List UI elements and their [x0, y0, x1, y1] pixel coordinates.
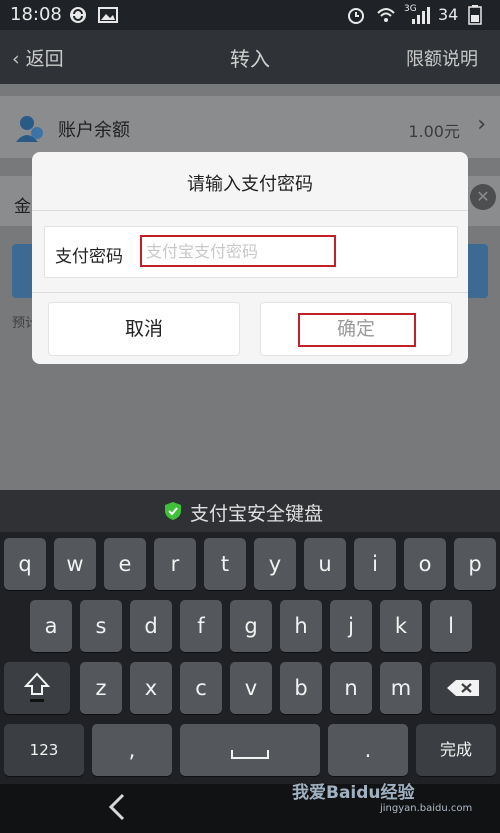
confirm-highlight [298, 313, 416, 347]
key-w[interactable]: w [54, 538, 96, 590]
alarm-icon [348, 8, 364, 24]
watermark-url: jingyan.baidu.com [380, 803, 473, 814]
clear-icon: ✕ [470, 184, 496, 210]
shield-check-icon [165, 502, 181, 520]
key-y[interactable]: y [254, 538, 296, 590]
watermark-text: 我爱Baidu经验 [292, 783, 415, 803]
status-bar: 18:08 3G 34 [0, 0, 500, 30]
image-icon [98, 7, 118, 23]
key-k[interactable]: k [380, 600, 422, 652]
space-key[interactable] [180, 724, 320, 776]
key-c[interactable]: c [180, 662, 222, 714]
shift-key[interactable] [4, 662, 70, 714]
password-input[interactable] [140, 235, 336, 267]
account-avatar-icon [16, 116, 43, 142]
key-j[interactable]: j [330, 600, 372, 652]
done-key[interactable]: 完成 [416, 724, 496, 776]
password-field: 支付密码 [44, 226, 458, 278]
balance-label: 账户余额 [58, 120, 130, 141]
status-time: 18:08 [10, 4, 62, 25]
key-g[interactable]: g [230, 600, 272, 652]
key-x[interactable]: x [130, 662, 172, 714]
limit-info-link[interactable]: 限额说明 [406, 45, 478, 71]
shift-icon [24, 672, 50, 702]
key-u[interactable]: u [304, 538, 346, 590]
key-n[interactable]: n [330, 662, 372, 714]
delete-key[interactable] [430, 662, 496, 714]
key-q[interactable]: q [4, 538, 46, 590]
balance-row: 账户余额 1.00元 › [0, 96, 500, 158]
key-s[interactable]: s [80, 600, 122, 652]
signal-icon [412, 7, 430, 24]
key-l[interactable]: l [430, 600, 472, 652]
sync-icon [70, 7, 86, 23]
nav-back-icon[interactable] [106, 792, 128, 822]
cancel-button[interactable]: 取消 [48, 302, 240, 356]
key-h[interactable]: h [280, 600, 322, 652]
key-a[interactable]: a [30, 600, 72, 652]
key-d[interactable]: d [130, 600, 172, 652]
battery-level: 34 [438, 5, 459, 24]
password-label: 支付密码 [55, 247, 123, 267]
comma-key[interactable]: , [92, 724, 172, 776]
space-icon [231, 750, 269, 759]
wifi-icon [377, 8, 395, 22]
key-m[interactable]: m [380, 662, 422, 714]
keyboard-header: 支付宝安全键盘 [0, 490, 500, 532]
key-i[interactable]: i [354, 538, 396, 590]
key-z[interactable]: z [80, 662, 122, 714]
key-p[interactable]: p [454, 538, 496, 590]
chevron-right-icon: › [477, 112, 486, 137]
battery-icon [468, 5, 482, 25]
key-v[interactable]: v [230, 662, 272, 714]
period-key[interactable]: . [328, 724, 408, 776]
secure-keyboard: q w e r t y u i o p a s d f g h j k l z … [0, 532, 500, 784]
divider [32, 292, 468, 293]
backspace-icon [447, 680, 479, 696]
dialog-title: 请输入支付密码 [187, 174, 313, 195]
key-f[interactable]: f [180, 600, 222, 652]
balance-value: 1.00元 [408, 122, 460, 141]
amount-label: 金 [14, 197, 31, 217]
key-b[interactable]: b [280, 662, 322, 714]
password-dialog: 请输入支付密码 支付密码 取消 确定 [32, 152, 468, 364]
mode-123-key[interactable]: 123 [4, 724, 84, 776]
baidu-watermark: 我爱Baidu经验 jingyan.baidu.com [292, 778, 472, 814]
divider [32, 210, 468, 211]
key-o[interactable]: o [404, 538, 446, 590]
key-r[interactable]: r [154, 538, 196, 590]
key-e[interactable]: e [104, 538, 146, 590]
key-t[interactable]: t [204, 538, 246, 590]
app-header: ‹ 返回 转入 限额说明 [0, 30, 500, 84]
keyboard-title: 支付宝安全键盘 [190, 503, 324, 525]
